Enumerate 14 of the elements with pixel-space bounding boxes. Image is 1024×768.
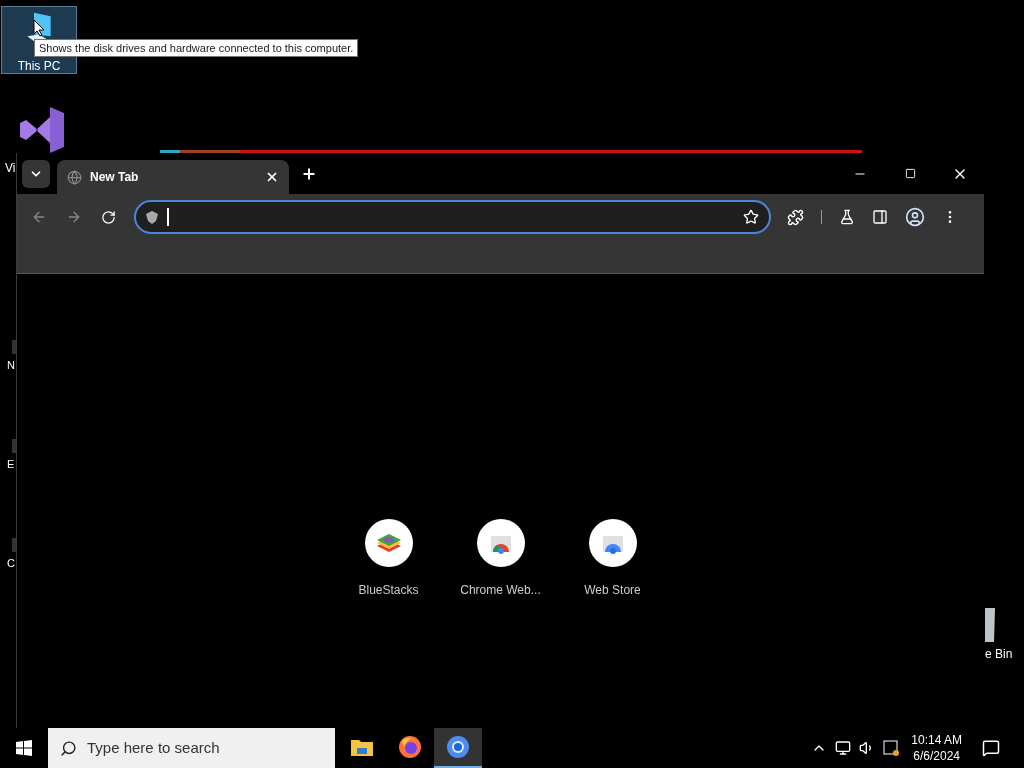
icon-label: This PC bbox=[17, 59, 61, 73]
clock-date: 6/6/2024 bbox=[913, 748, 960, 764]
icon-label: N bbox=[7, 358, 15, 372]
tooltip: Shows the disk drives and hardware connected to this computer. bbox=[34, 39, 359, 57]
icon-label: C bbox=[7, 556, 15, 570]
icon-label: e Bin bbox=[985, 647, 1013, 661]
tab-title: New Tab bbox=[90, 169, 140, 186]
icon-label: Vi bbox=[5, 161, 16, 175]
shortcut-label: BlueStacks bbox=[358, 582, 419, 599]
shortcut-label: Chrome Web... bbox=[460, 582, 541, 599]
clock-time: 10:14 AM bbox=[911, 732, 962, 748]
search-placeholder: Type here to search bbox=[87, 737, 220, 758]
shortcut-label: Web Store bbox=[584, 582, 641, 599]
icon-label: E bbox=[7, 457, 15, 471]
